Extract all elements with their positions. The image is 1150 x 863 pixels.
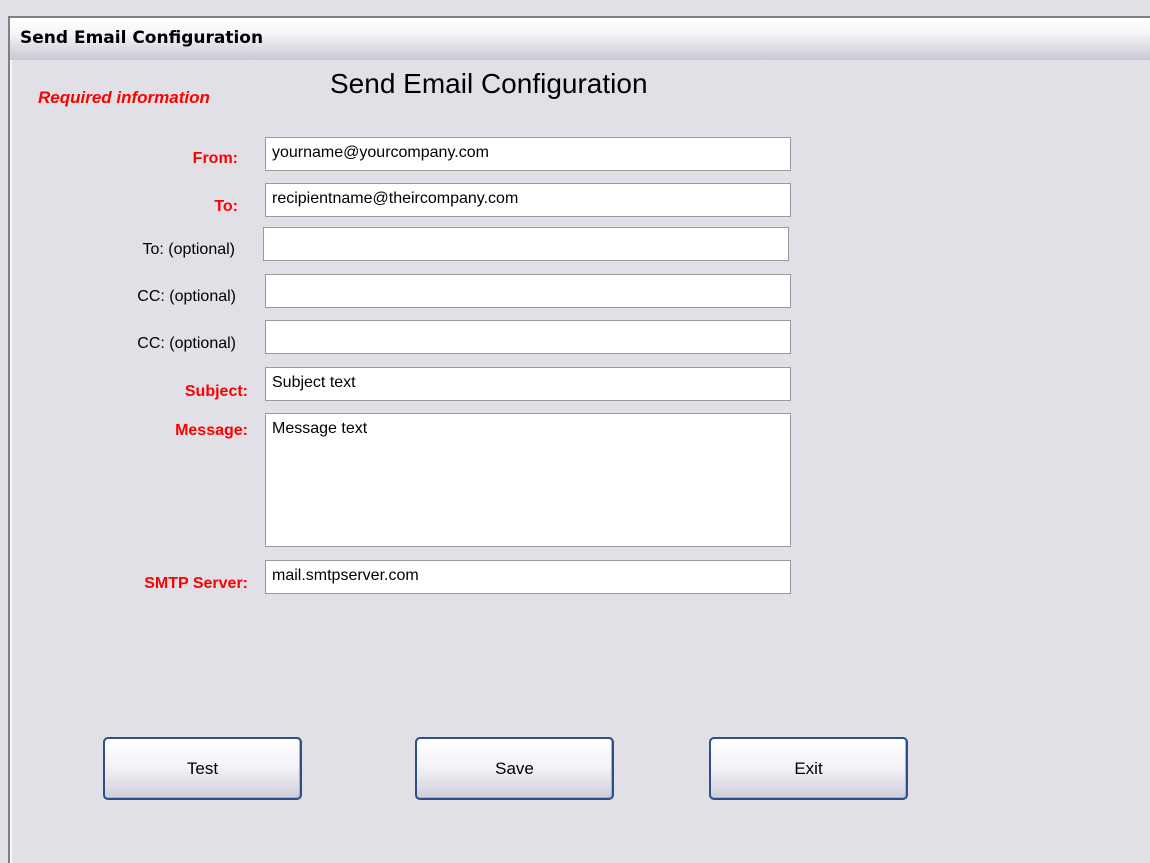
message-label: Message: [175, 422, 248, 439]
to-label: To: [214, 198, 238, 215]
smtp-server-field[interactable]: mail.smtpserver.com [265, 560, 791, 594]
save-button[interactable]: Save [415, 737, 614, 800]
message-field[interactable]: Message text [265, 413, 791, 547]
cc-optional-field-2[interactable] [265, 320, 791, 354]
test-button[interactable]: Test [103, 737, 302, 800]
from-label: From: [192, 150, 238, 167]
window-frame-left [8, 60, 12, 863]
cc-optional-label-1: CC: (optional) [137, 288, 236, 305]
to-field[interactable]: recipientname@theircompany.com [265, 183, 791, 217]
cc-optional-label-2: CC: (optional) [137, 335, 236, 352]
email-config-window: Send Email Configuration Required inform… [0, 0, 1150, 863]
title-bar: Send Email Configuration [8, 16, 1150, 60]
required-information-note: Required information [38, 88, 210, 107]
to-optional-label: To: (optional) [142, 241, 236, 258]
subject-label: Subject: [184, 383, 248, 400]
page-heading: Send Email Configuration [330, 68, 648, 99]
subject-field[interactable]: Subject text [265, 367, 791, 401]
to-optional-field[interactable] [263, 227, 789, 261]
cc-optional-field-1[interactable] [265, 274, 791, 308]
smtp-server-label: SMTP Server: [144, 575, 248, 592]
exit-button[interactable]: Exit [709, 737, 908, 800]
from-field[interactable]: yourname@yourcompany.com [265, 137, 791, 171]
window-title: Send Email Configuration [20, 28, 264, 48]
